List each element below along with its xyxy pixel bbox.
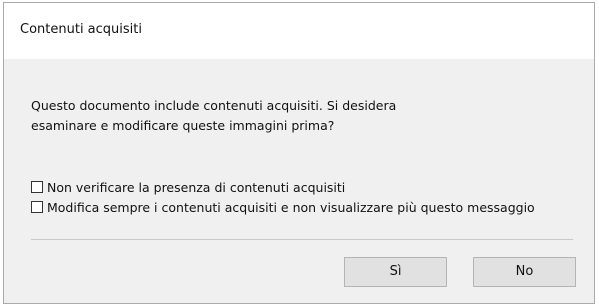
dialog-title: Contenuti acquisiti [20,22,142,37]
no-button[interactable]: No [473,257,576,287]
button-divider [31,239,573,240]
checkbox-skip-check[interactable] [31,181,43,193]
checkbox-always-edit-label[interactable]: Modifica sempre i contenuti acquisiti e … [47,200,535,215]
checkbox-always-edit[interactable] [31,201,43,213]
dialog-message-line-1: Questo documento include contenuti acqui… [31,98,397,113]
dialog-message: Questo documento include contenuti acqui… [31,96,571,136]
dialog-window: Contenuti acquisiti Questo documento inc… [3,2,595,304]
checkbox-skip-check-label[interactable]: Non verificare la presenza di contenuti … [47,180,345,195]
yes-button[interactable]: Sì [344,257,447,287]
checkbox-always-edit-row[interactable]: Modifica sempre i contenuti acquisiti e … [31,198,535,216]
dialog-titlebar: Contenuti acquisiti [4,3,594,59]
checkbox-skip-check-row[interactable]: Non verificare la presenza di contenuti … [31,178,345,196]
dialog-message-line-2: esaminare e modificare queste immagini p… [31,118,335,133]
